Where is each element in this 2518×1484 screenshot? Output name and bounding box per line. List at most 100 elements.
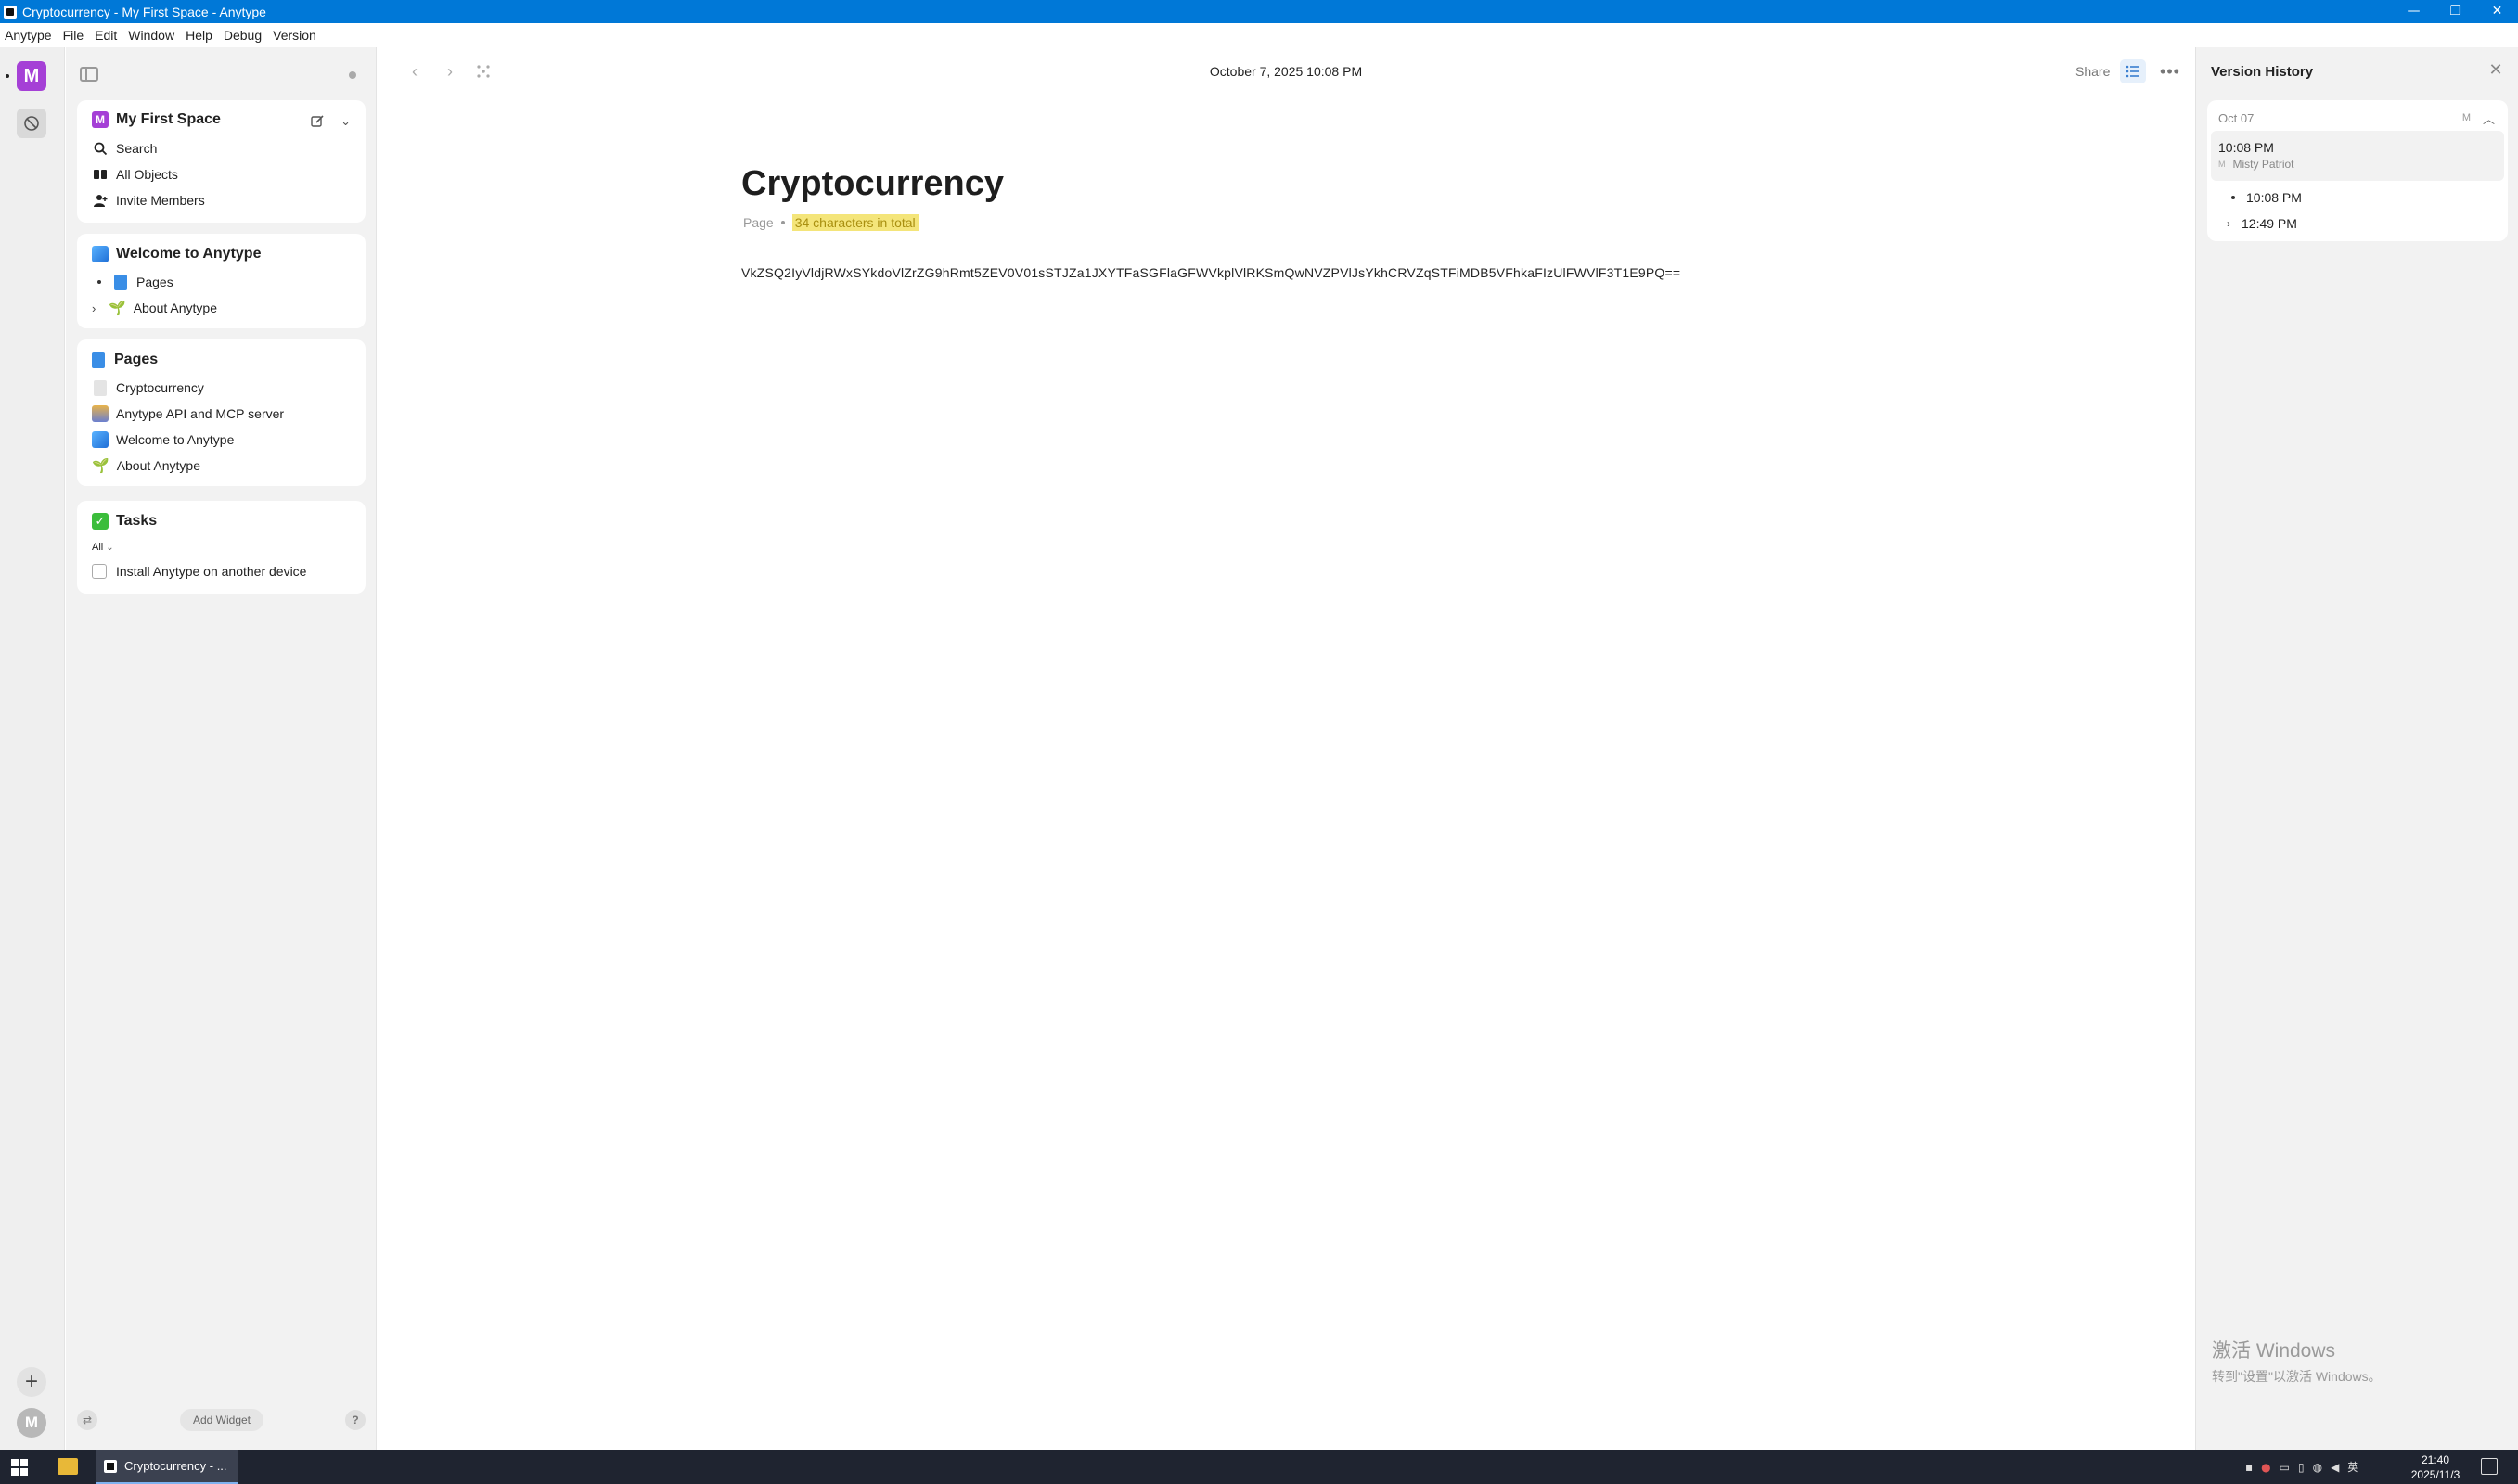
list-item[interactable]: › 🌱 About Anytype xyxy=(92,299,217,317)
tasks-filter[interactable]: All ⌄ xyxy=(92,538,114,556)
page-icon xyxy=(92,352,105,368)
notification-icon[interactable] xyxy=(2481,1458,2498,1475)
widget-title[interactable]: Pages xyxy=(92,352,158,368)
task-item[interactable]: Install Anytype on another device xyxy=(92,562,306,581)
window-title: Cryptocurrency - My First Space - Anytyp… xyxy=(22,4,266,19)
sidebar: M My First Space ⌄ Search All Objects In… xyxy=(66,47,377,1450)
vault-button[interactable] xyxy=(17,109,46,138)
sprout-icon: 🌱 xyxy=(92,458,109,474)
more-options-icon[interactable]: ••• xyxy=(2157,59,2183,83)
menu-anytype[interactable]: Anytype xyxy=(5,28,52,43)
all-objects-icon xyxy=(92,166,109,183)
list-item-label: About Anytype xyxy=(116,458,200,473)
sidebar-item-all-objects[interactable]: All Objects xyxy=(92,165,178,184)
version-author: M Misty Patriot xyxy=(2218,158,2294,171)
create-object-button[interactable]: ⌄ xyxy=(310,111,351,132)
sidebar-footer: ⇄ Add Widget ? xyxy=(66,1405,377,1435)
anytype-app-icon xyxy=(4,5,17,19)
menu-edit[interactable]: Edit xyxy=(95,28,117,43)
list-item[interactable]: Pages xyxy=(92,273,173,291)
sidebar-item-label: All Objects xyxy=(116,167,178,182)
sidebar-toggle-icon[interactable] xyxy=(80,67,98,82)
space-name: My First Space xyxy=(116,111,221,127)
version-history-toggle[interactable] xyxy=(2120,59,2146,83)
help-button[interactable]: ? xyxy=(345,1410,366,1430)
search-icon xyxy=(92,140,109,157)
add-widget-button[interactable]: Add Widget xyxy=(180,1409,263,1431)
sync-status-icon[interactable] xyxy=(349,71,356,79)
space-switcher-button[interactable]: M xyxy=(17,61,46,91)
sidebar-header xyxy=(66,61,377,89)
version-time: 10:08 PM xyxy=(2246,190,2302,205)
space-title[interactable]: M My First Space xyxy=(92,111,221,128)
version-item[interactable]: › 12:49 PM xyxy=(2227,216,2297,231)
version-time: 10:08 PM xyxy=(2218,140,2274,155)
character-count: 34 characters in total xyxy=(791,214,919,231)
sidebar-item-invite-members[interactable]: Invite Members xyxy=(92,191,205,210)
list-item[interactable]: 🌱 About Anytype xyxy=(92,456,200,475)
widget-title[interactable]: ✓ Tasks xyxy=(92,513,157,530)
network-icon[interactable]: ◍ xyxy=(2313,1461,2322,1474)
task-label: Install Anytype on another device xyxy=(116,564,307,579)
menu-help[interactable]: Help xyxy=(186,28,212,43)
windows-start-icon[interactable] xyxy=(11,1459,28,1476)
chevron-right-icon[interactable]: › xyxy=(92,301,107,315)
window-title-bar: Cryptocurrency - My First Space - Anytyp… xyxy=(0,0,2518,23)
ime-indicator[interactable]: 英 xyxy=(2347,1459,2358,1475)
profile-avatar[interactable]: M xyxy=(17,1408,46,1438)
list-item-label: Anytype API and MCP server xyxy=(116,406,285,421)
menu-file[interactable]: File xyxy=(63,28,84,43)
space-widget: M My First Space ⌄ Search All Objects In… xyxy=(77,100,366,223)
chevron-down-icon[interactable]: ⌄ xyxy=(340,114,351,129)
editor-area: ‹ › October 7, 2025 10:08 PM Share ••• C… xyxy=(378,47,2194,1450)
object-type[interactable]: Page xyxy=(743,215,774,230)
menu-debug[interactable]: Debug xyxy=(224,28,262,43)
tray-app-icon[interactable]: ▪ xyxy=(2245,1461,2253,1474)
keyboard-icon[interactable]: ▭ xyxy=(2280,1461,2290,1474)
version-group-date: Oct 07 xyxy=(2218,111,2255,125)
share-button[interactable]: Share xyxy=(2075,64,2110,79)
widget-title[interactable]: Welcome to Anytype xyxy=(92,246,261,262)
task-checkbox[interactable] xyxy=(92,564,107,579)
list-item[interactable]: Cryptocurrency xyxy=(92,378,204,397)
restore-button[interactable]: ❐ xyxy=(2434,0,2476,23)
tray-alert-icon[interactable]: ● xyxy=(2261,1461,2270,1474)
menu-version[interactable]: Version xyxy=(273,28,316,43)
list-item-label: Cryptocurrency xyxy=(116,380,204,395)
usb-icon[interactable]: ▯ xyxy=(2298,1461,2305,1474)
page-icon xyxy=(114,274,127,290)
minimize-button[interactable]: — xyxy=(2393,0,2434,23)
volume-icon[interactable]: ◀ xyxy=(2331,1461,2339,1474)
system-clock[interactable]: 21:40 2025/11/3 xyxy=(2394,1452,2477,1482)
watermark-line-1: 激活 Windows xyxy=(2212,1340,2336,1362)
close-window-button[interactable]: ✕ xyxy=(2476,0,2518,23)
clock-date: 2025/11/3 xyxy=(2410,1468,2460,1481)
widget-settings-icon[interactable]: ⇄ xyxy=(77,1410,97,1430)
welcome-icon xyxy=(92,431,109,448)
blank-page-icon xyxy=(94,379,107,396)
close-icon[interactable]: ✕ xyxy=(2486,60,2505,79)
menu-window[interactable]: Window xyxy=(128,28,174,43)
anytype-app-icon xyxy=(104,1459,117,1473)
taskbar-app-anytype[interactable]: Cryptocurrency - ... xyxy=(96,1450,238,1484)
bullet-icon xyxy=(97,280,101,284)
add-space-button[interactable]: + xyxy=(17,1367,46,1397)
version-item[interactable]: 10:08 PM xyxy=(2231,190,2302,205)
list-item-label: Welcome to Anytype xyxy=(116,432,235,447)
chevron-right-icon[interactable]: › xyxy=(2227,217,2236,230)
file-explorer-icon[interactable] xyxy=(58,1458,78,1475)
version-time: 12:49 PM xyxy=(2242,216,2297,231)
list-item[interactable]: Welcome to Anytype xyxy=(92,430,234,449)
sidebar-item-search[interactable]: Search xyxy=(92,139,157,158)
bullet-icon xyxy=(2231,196,2235,199)
author-avatar: M xyxy=(2218,160,2226,169)
edit-icon xyxy=(311,115,324,127)
author-name: Misty Patriot xyxy=(2232,158,2294,171)
page-text-block[interactable]: VkZSQ2IyVldjRWxSYkdoVlZrZG9hRmt5ZEV0V01s… xyxy=(741,265,1680,280)
system-tray: ▪ ● ▭ ▯ ◍ ◀ 英 xyxy=(2245,1450,2367,1484)
chevron-up-icon[interactable]: ︿ xyxy=(2483,109,2495,127)
list-item[interactable]: Anytype API and MCP server xyxy=(92,404,284,423)
taskbar-app-label: Cryptocurrency - ... xyxy=(124,1459,227,1473)
page-title[interactable]: Cryptocurrency xyxy=(741,164,1004,204)
version-item-selected[interactable]: 10:08 PM M Misty Patriot xyxy=(2211,131,2504,181)
